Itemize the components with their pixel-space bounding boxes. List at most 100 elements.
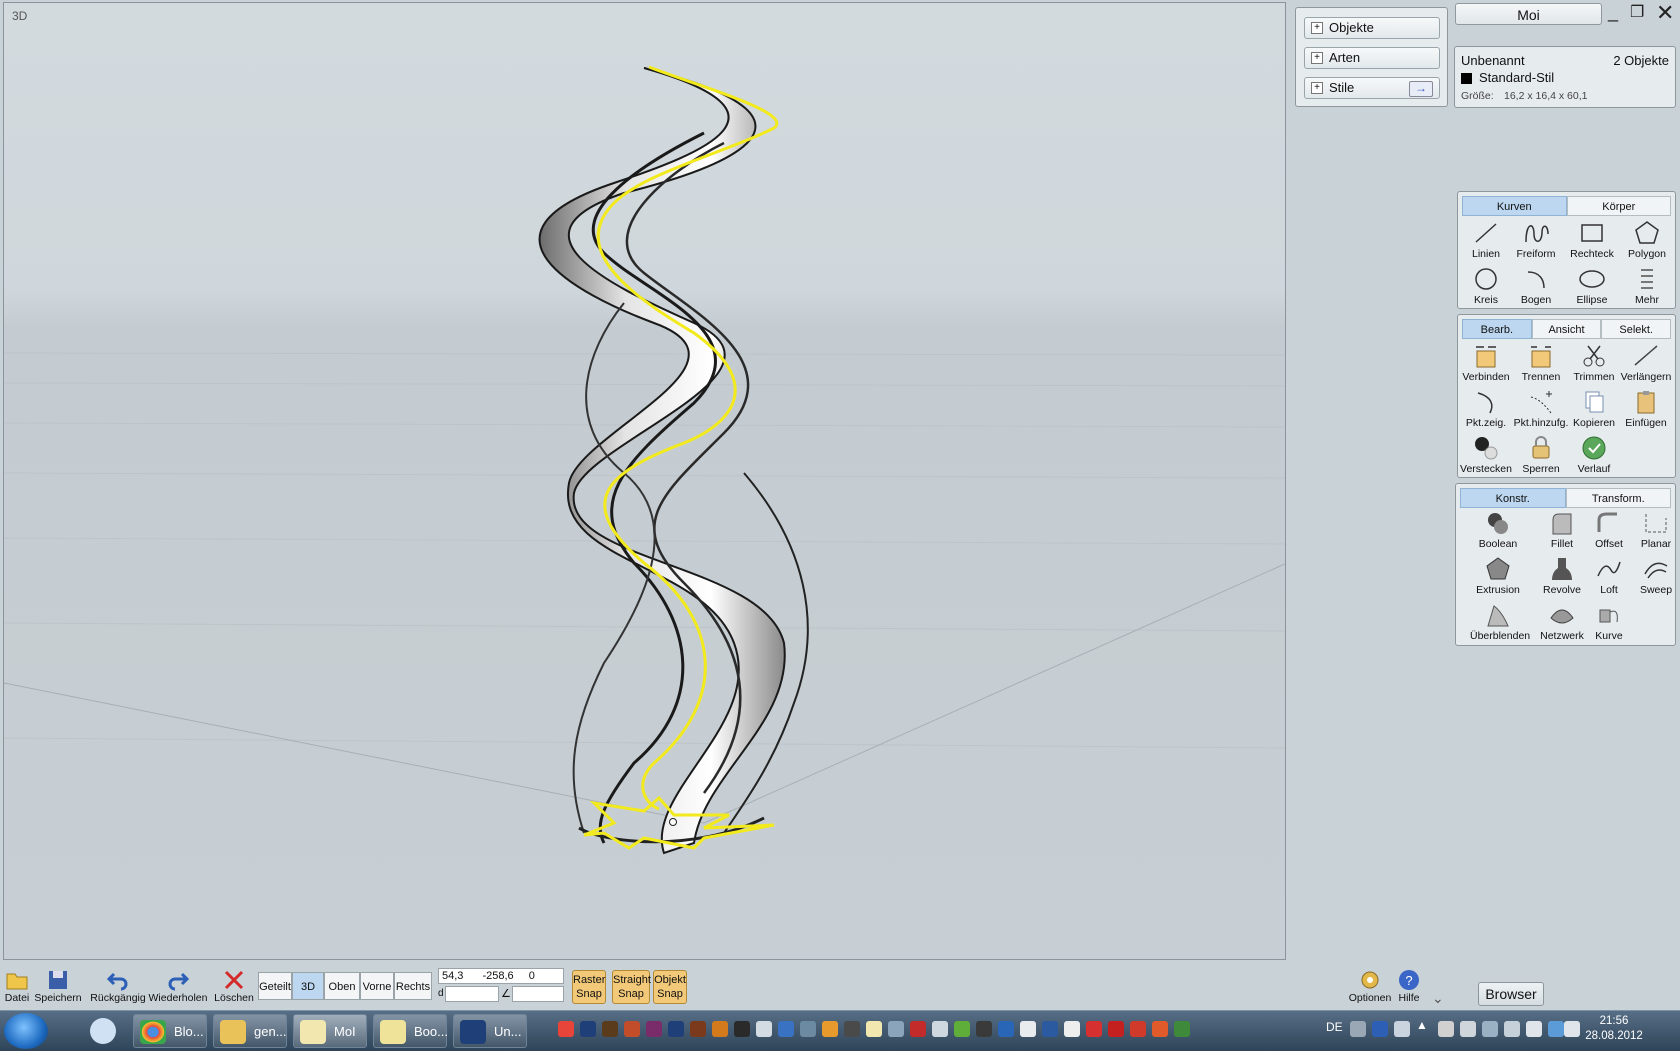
paste-tool[interactable]: Einfügen (1618, 389, 1674, 429)
coordinate-input[interactable]: 54,3 -258,6 0 (438, 968, 564, 984)
viewport-3d[interactable]: 3D (3, 2, 1286, 960)
tab-transform[interactable]: Transform. (1565, 488, 1671, 508)
help-tray-icon[interactable] (1372, 1021, 1388, 1037)
chrome-quicklaunch-icon[interactable] (558, 1021, 574, 1037)
distance-input[interactable] (445, 986, 499, 1002)
style-name[interactable]: Standard-Stil (1479, 70, 1554, 85)
app-icon[interactable] (844, 1021, 860, 1037)
battery-icon[interactable] (1482, 1021, 1498, 1037)
join-tool[interactable]: Verbinden (1458, 343, 1514, 383)
blender-icon[interactable] (822, 1021, 838, 1037)
app-icon[interactable] (976, 1021, 992, 1037)
trim-tool[interactable]: Trimmen (1566, 343, 1622, 383)
view-front-button[interactable]: Vorne (360, 972, 394, 1000)
photoshop-alt-icon[interactable] (668, 1021, 684, 1037)
file-button[interactable]: Datei (2, 968, 32, 1004)
boolean-tool[interactable]: Boolean (1470, 510, 1526, 550)
extrusion-tool[interactable]: Extrusion (1470, 556, 1526, 596)
types-section[interactable]: + Arten (1304, 47, 1440, 69)
style-swatch[interactable] (1461, 73, 1472, 84)
object-snap-toggle[interactable]: Objekt Snap (653, 970, 687, 1004)
arrow-right-icon[interactable]: → (1409, 81, 1433, 97)
curve-tool[interactable]: Kurve (1581, 602, 1637, 642)
view-right-button[interactable]: Rechts (394, 972, 432, 1000)
illustrator-icon[interactable] (712, 1021, 728, 1037)
redo-button[interactable]: Wiederholen (147, 968, 209, 1004)
extend-tool[interactable]: Verlängern (1618, 343, 1674, 383)
mail-icon[interactable] (90, 1018, 116, 1044)
photoshop-quicklaunch-icon[interactable] (580, 1021, 596, 1037)
styles-section[interactable]: + Stile → (1304, 77, 1440, 99)
circle-tool[interactable]: Kreis (1458, 266, 1514, 306)
history-tool[interactable]: Verlauf (1566, 435, 1622, 475)
freeform-tool[interactable]: Freiform (1508, 220, 1564, 260)
show-points-tool[interactable]: Pkt.zeig. (1458, 389, 1514, 429)
close-icon[interactable]: ✕ (1656, 0, 1674, 26)
start-button[interactable] (4, 1013, 48, 1049)
app-icon[interactable] (1130, 1021, 1146, 1037)
lock-tool[interactable]: Sperren (1513, 435, 1569, 475)
grid-snap-toggle[interactable]: Raster Snap (572, 970, 606, 1004)
view-split-button[interactable]: Geteilt (258, 972, 292, 1000)
task-browser[interactable]: Blo... (133, 1014, 207, 1048)
task-folder[interactable]: gen... (213, 1014, 287, 1048)
tab-construct[interactable]: Konstr. (1460, 488, 1566, 508)
arc-tool[interactable]: Bogen (1508, 266, 1564, 306)
tray-icon[interactable] (1394, 1021, 1410, 1037)
app-icon[interactable] (888, 1021, 904, 1037)
copy-tool[interactable]: Kopieren (1566, 389, 1622, 429)
app-icon[interactable] (734, 1021, 750, 1037)
tab-solids[interactable]: Körper (1566, 196, 1671, 216)
task-help[interactable]: Boo... (373, 1014, 448, 1048)
tab-curves[interactable]: Kurven (1462, 196, 1567, 216)
undo-button[interactable]: Rückgängig (88, 968, 148, 1004)
straight-snap-toggle[interactable]: Straight Snap (612, 970, 651, 1004)
view-3d-button[interactable]: 3D (292, 972, 324, 1000)
app-icon[interactable] (1174, 1021, 1190, 1037)
flag-icon[interactable] (1460, 1021, 1476, 1037)
tab-edit[interactable]: Bearb. (1462, 319, 1532, 339)
add-point-tool[interactable]: Pkt.hinzufg. (1513, 389, 1569, 429)
tray-icon[interactable] (1504, 1021, 1520, 1037)
app-icon[interactable] (1152, 1021, 1168, 1037)
app-icon[interactable] (624, 1021, 640, 1037)
planar-tool[interactable]: Planar (1628, 510, 1680, 550)
app-icon[interactable] (998, 1021, 1014, 1037)
help-button[interactable]: ? Hilfe (1394, 968, 1424, 1004)
objects-section[interactable]: + Objekte (1304, 17, 1440, 39)
clock[interactable]: 21:56 28.08.2012 (1582, 1014, 1646, 1044)
app-icon[interactable] (778, 1021, 794, 1037)
save-button[interactable]: Speichern (33, 968, 83, 1004)
network-icon[interactable] (1526, 1021, 1542, 1037)
tray-icon[interactable] (1438, 1021, 1454, 1037)
ellipse-tool[interactable]: Ellipse (1564, 266, 1620, 306)
app-icon[interactable] (1020, 1021, 1036, 1037)
view-top-button[interactable]: Oben (324, 972, 360, 1000)
separate-tool[interactable]: Trennen (1513, 343, 1569, 383)
task-moi[interactable]: MoI (293, 1014, 367, 1048)
filezilla-icon[interactable] (1108, 1021, 1124, 1037)
delete-button[interactable]: Löschen (212, 968, 256, 1004)
app-icon[interactable] (800, 1021, 816, 1037)
7zip-icon[interactable] (1064, 1021, 1080, 1037)
rectangle-tool[interactable]: Rechteck (1564, 220, 1620, 260)
chevron-down-icon[interactable]: ⌄ (1432, 990, 1444, 1007)
browser-button[interactable]: Browser (1478, 982, 1544, 1006)
volume-icon[interactable] (1564, 1021, 1580, 1037)
app-icon[interactable] (1086, 1021, 1102, 1037)
moi-icon[interactable] (866, 1021, 882, 1037)
task-photoshop[interactable]: Un... (453, 1014, 527, 1048)
restore-icon[interactable]: ❐ (1630, 2, 1644, 22)
keyboard-icon[interactable] (1350, 1021, 1366, 1037)
app-icon[interactable] (910, 1021, 926, 1037)
app-icon[interactable] (954, 1021, 970, 1037)
options-button[interactable]: Optionen (1346, 968, 1394, 1004)
blend-tool[interactable]: Überblenden (1470, 602, 1530, 642)
app-icon[interactable] (756, 1021, 772, 1037)
tab-select[interactable]: Selekt. (1601, 319, 1672, 339)
polygon-tool[interactable]: Polygon (1619, 220, 1675, 260)
tab-view[interactable]: Ansicht (1531, 319, 1602, 339)
bridge-icon[interactable] (602, 1021, 618, 1037)
app-icon[interactable] (1042, 1021, 1058, 1037)
scene-render[interactable] (4, 3, 1286, 960)
